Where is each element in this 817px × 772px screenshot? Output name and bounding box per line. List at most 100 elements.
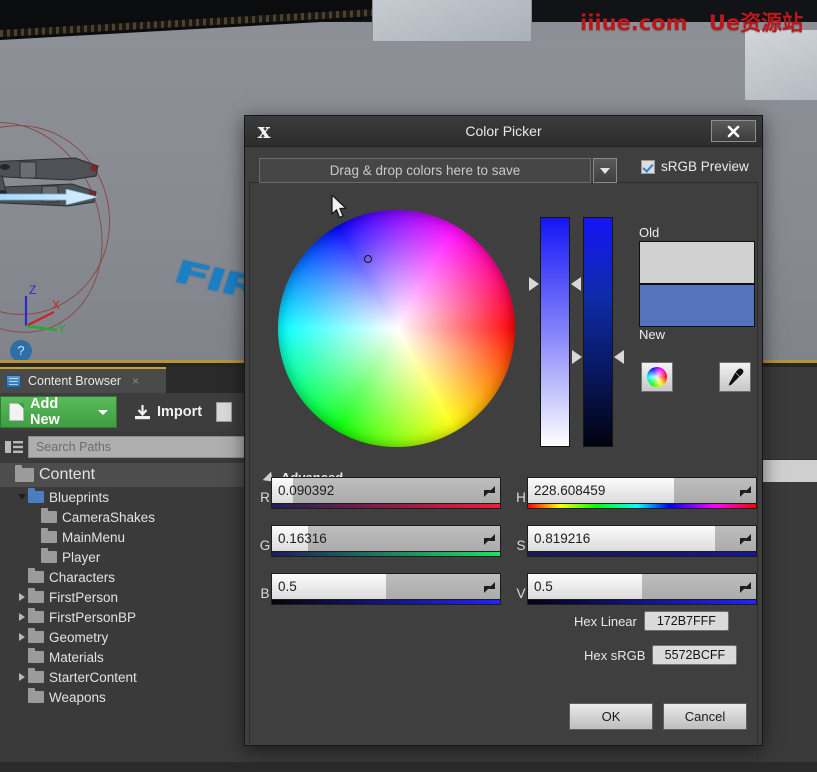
saturation-track — [540, 217, 570, 447]
channel-letter-b: B — [259, 573, 271, 601]
import-label: Import — [157, 404, 202, 420]
channel-letter-s: S — [515, 525, 527, 553]
saved-colors-hint: Drag & drop colors here to save — [330, 163, 521, 178]
value-track — [583, 217, 613, 447]
spinner-arrows-icon[interactable] — [483, 533, 496, 546]
new-document-icon — [9, 403, 24, 421]
color-wheel-marker[interactable] — [364, 255, 372, 263]
spinner-arrows-icon[interactable] — [483, 485, 496, 498]
channel-value-h: 228.608459 — [534, 483, 605, 498]
add-new-button[interactable]: Add New — [0, 396, 117, 428]
hex-srgb-input[interactable]: 5572BCFF — [652, 645, 737, 665]
channel-value-g: 0.16316 — [278, 531, 327, 546]
spinner-arrows-icon[interactable] — [739, 581, 752, 594]
panel-icon — [6, 375, 21, 388]
chevron-right-icon[interactable] — [15, 613, 28, 621]
channel-gradient-bar-s[interactable] — [527, 552, 757, 557]
channel-control-g: 0.16316 — [271, 525, 501, 557]
channel-row-b: B 0.5 — [259, 573, 501, 605]
folder-icon — [28, 631, 44, 643]
watermark-label: Ue资源站 — [709, 11, 803, 35]
channel-value-b: 0.5 — [278, 579, 297, 594]
folder-icon — [28, 691, 44, 703]
chevron-down-icon[interactable] — [15, 494, 28, 500]
old-color-label: Old — [639, 225, 659, 240]
channel-input-s[interactable]: 0.819216 — [527, 525, 757, 552]
import-button[interactable]: Import — [134, 396, 202, 428]
saturation-handle-right[interactable] — [571, 277, 581, 291]
saturation-slider[interactable] — [540, 217, 570, 447]
folder-icon — [41, 511, 57, 523]
hex-linear-input[interactable]: 172B7FFF — [644, 611, 729, 631]
channel-input-v[interactable]: 0.5 — [527, 573, 757, 600]
channel-input-h[interactable]: 228.608459 — [527, 477, 757, 504]
svg-text:Z: Z — [29, 283, 36, 297]
hex-srgb-label: Hex sRGB — [584, 648, 645, 663]
channel-input-b[interactable]: 0.5 — [271, 573, 501, 600]
channel-letter-v: V — [515, 573, 527, 601]
new-color-swatch[interactable] — [639, 284, 755, 327]
channel-input-r[interactable]: 0.090392 — [271, 477, 501, 504]
channel-letter-h: H — [515, 477, 527, 505]
tree-item-label: Materials — [49, 650, 104, 665]
close-icon[interactable]: × — [132, 374, 139, 388]
srgb-preview-toggle[interactable]: sRGB Preview — [641, 159, 749, 174]
chevron-down-icon — [600, 168, 610, 174]
hex-srgb-row: Hex sRGB 5572BCFF — [584, 645, 737, 665]
channel-letter-g: G — [259, 525, 271, 553]
close-button[interactable] — [711, 120, 756, 142]
color-wheel[interactable] — [278, 210, 515, 447]
chevron-right-icon[interactable] — [15, 593, 28, 601]
tree-item-label: Geometry — [49, 630, 108, 645]
saved-colors-strip[interactable]: Drag & drop colors here to save — [259, 158, 591, 183]
viewport-move-arrow-x[interactable] — [0, 189, 100, 205]
tab-content-browser[interactable]: Content Browser × — [0, 367, 166, 393]
tree-item-label: Player — [62, 550, 100, 565]
hex-linear-row: Hex Linear 172B7FFF — [574, 611, 729, 631]
saturation-handle-left[interactable] — [529, 277, 539, 291]
channel-gradient-bar-b[interactable] — [271, 600, 501, 605]
saved-colors-dropdown[interactable] — [593, 158, 617, 183]
folder-icon — [15, 468, 34, 482]
filter-list-icon[interactable] — [4, 438, 24, 456]
folder-icon — [28, 491, 44, 503]
srgb-preview-checkbox[interactable] — [641, 160, 655, 174]
channel-gradient-bar-h[interactable] — [527, 504, 757, 509]
channel-row-h: H 228.608459 — [515, 477, 757, 509]
channel-control-s: 0.819216 — [527, 525, 757, 557]
channel-row-g: G 0.16316 — [259, 525, 501, 557]
viewport-box-mesh — [372, 0, 532, 42]
value-handle-right[interactable] — [614, 350, 624, 364]
tree-item-label: FirstPersonBP — [49, 610, 136, 625]
channel-control-r: 0.090392 — [271, 477, 501, 509]
add-new-label: Add New — [30, 396, 91, 428]
search-paths-input[interactable]: Search Paths — [28, 436, 252, 458]
old-color-swatch[interactable] — [639, 241, 755, 284]
ok-button[interactable]: OK — [569, 703, 653, 730]
chevron-right-icon[interactable] — [15, 673, 28, 681]
value-handle-left[interactable] — [572, 350, 582, 364]
viewport-axis-gizmo: Z X Y — [12, 282, 70, 334]
dialog-title: Color Picker — [245, 123, 762, 139]
spinner-arrows-icon[interactable] — [739, 485, 752, 498]
viewport-help-icon[interactable]: ? — [10, 340, 32, 362]
dialog-titlebar[interactable]: x Color Picker — [245, 116, 762, 147]
value-slider[interactable] — [583, 217, 613, 447]
channel-value-v: 0.5 — [534, 579, 553, 594]
channel-row-r: R0.090392 — [259, 477, 501, 509]
channel-input-g[interactable]: 0.16316 — [271, 525, 501, 552]
eyedropper-button[interactable] — [719, 362, 751, 392]
spinner-arrows-icon[interactable] — [483, 581, 496, 594]
chevron-right-icon[interactable] — [15, 633, 28, 641]
color-picker-dialog[interactable]: x Color Picker Drag & drop colors here t… — [244, 115, 763, 746]
import-icon — [134, 404, 151, 421]
cancel-button[interactable]: Cancel — [663, 703, 747, 730]
spinner-arrows-icon[interactable] — [739, 533, 752, 546]
channel-gradient-bar-g[interactable] — [271, 552, 501, 557]
save-all-button[interactable] — [216, 402, 232, 422]
tree-item-label: Blueprints — [49, 490, 109, 505]
watermark-site: iiiue.com — [580, 11, 688, 35]
channel-gradient-bar-r[interactable] — [271, 504, 501, 509]
channel-gradient-bar-v[interactable] — [527, 600, 757, 605]
color-theme-button[interactable] — [641, 362, 673, 392]
